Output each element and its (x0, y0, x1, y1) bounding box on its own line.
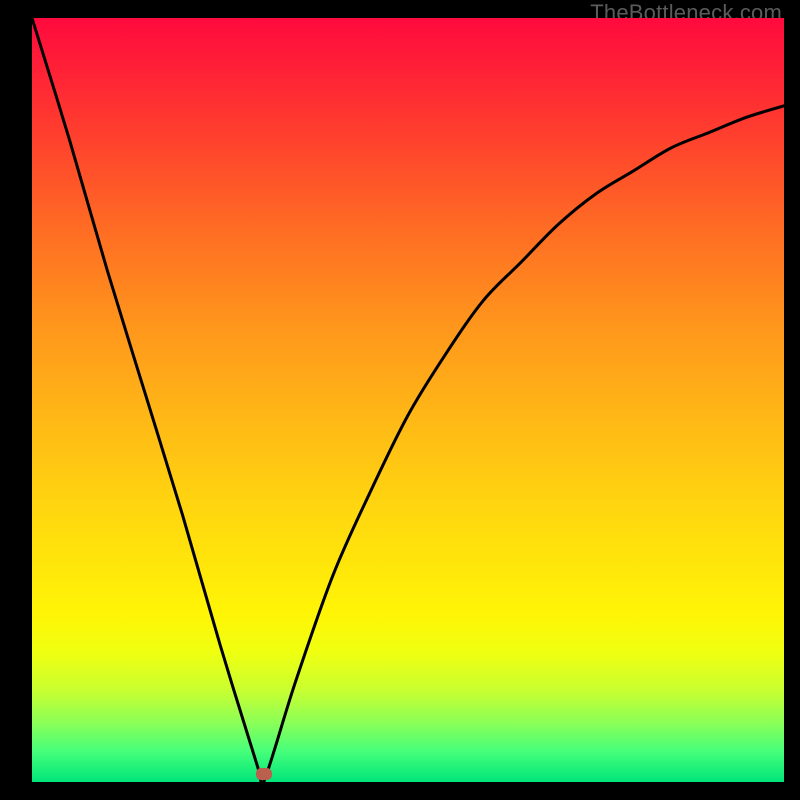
curve-path (32, 18, 784, 782)
minimum-marker (256, 768, 272, 780)
chart-curve (32, 18, 784, 782)
chart-frame (32, 18, 784, 782)
